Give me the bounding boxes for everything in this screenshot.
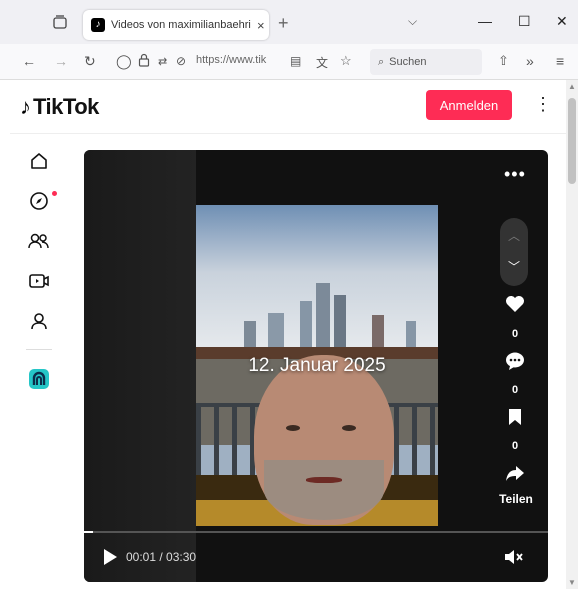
page-scrollbar[interactable]: ▲ ▼ — [566, 80, 578, 589]
comment-icon[interactable] — [504, 350, 526, 372]
browser-tab[interactable]: ♪ Videos von maximilianbaehring × — [83, 10, 269, 40]
search-field[interactable]: ⌕ Suchen — [370, 49, 482, 75]
bookmark-icon[interactable] — [504, 406, 526, 428]
tiktok-header: ♪ TikTok Anmelden ⋮ — [10, 80, 578, 134]
video-nav-pill: ︿ ﹀ — [500, 218, 528, 286]
logo-text: TikTok — [33, 94, 99, 119]
sidebar-divider — [26, 349, 52, 350]
tab-strip: ♪ Videos von maximilianbaehring × + ⌵ — … — [0, 0, 578, 44]
video-person-beard — [264, 460, 384, 520]
forward-icon[interactable]: → — [54, 53, 68, 69]
live-icon[interactable] — [28, 270, 50, 292]
chevron-down-icon[interactable]: ⌵ — [408, 14, 417, 29]
progress-fill — [84, 531, 94, 533]
scroll-up-icon[interactable]: ▲ — [568, 82, 576, 91]
video-backdrop — [84, 150, 196, 582]
sidebar — [10, 134, 70, 589]
navigation-bar: ← → ↻ ◯ ⇄ ⊘ https://www.tik ▤ 文 ☆ ⌕ Such… — [0, 44, 578, 80]
search-icon: ⌕ — [378, 55, 385, 68]
video-player[interactable]: 12. Januar 2025 ••• ︿ ﹀ 0 0 0 Teilen 00:… — [84, 150, 548, 582]
video-frame[interactable]: 12. Januar 2025 — [196, 205, 438, 526]
video-person-eye — [286, 425, 300, 431]
tab-list-icon[interactable] — [50, 12, 70, 32]
close-window-icon[interactable]: ✕ — [556, 13, 568, 30]
previous-video-icon[interactable]: ︿ — [508, 227, 520, 244]
minimize-icon[interactable]: — — [478, 13, 492, 29]
translate-icon[interactable]: 文 — [316, 54, 328, 71]
video-date-overlay: 12. Januar 2025 — [248, 355, 386, 376]
scroll-thumb[interactable] — [568, 98, 576, 184]
permissions-icon[interactable]: ⇄ — [158, 55, 167, 68]
explore-icon[interactable] — [28, 190, 50, 212]
reader-view-icon[interactable]: ▤ — [290, 54, 301, 68]
login-button[interactable]: Anmelden — [426, 90, 512, 120]
share-icon[interactable] — [504, 462, 526, 484]
tab-title: Videos von maximilianbaehring — [111, 19, 251, 31]
time-display: 00:01 / 03:30 — [126, 550, 197, 564]
bookmark-star-icon[interactable]: ☆ — [340, 53, 352, 69]
tiktok-logo[interactable]: ♪ TikTok — [20, 94, 99, 120]
browser-window: ♪ Videos von maximilianbaehring × + ⌵ — … — [0, 0, 578, 589]
new-tab-button[interactable]: + — [278, 13, 289, 34]
url-field[interactable]: https://www.tik — [196, 54, 278, 66]
maximize-icon[interactable]: ☐ — [518, 13, 531, 30]
lock-icon[interactable] — [138, 53, 150, 70]
mute-icon[interactable] — [504, 549, 524, 570]
menu-icon[interactable]: ≡ — [556, 53, 564, 69]
tab-close-icon[interactable]: × — [257, 18, 265, 33]
profile-icon[interactable] — [28, 310, 50, 332]
comment-count: 0 — [511, 384, 519, 396]
tiktok-note-icon: ♪ — [20, 94, 31, 119]
bookmark-count: 0 — [511, 440, 519, 452]
video-person-eye — [342, 425, 356, 431]
tracking-protection-icon[interactable]: ⊘ — [176, 54, 186, 68]
notification-dot — [52, 191, 57, 196]
share-label: Teilen — [499, 492, 533, 506]
progress-bar[interactable] — [84, 531, 548, 533]
following-icon[interactable] — [28, 230, 50, 252]
more-options-icon[interactable]: ⋮ — [534, 94, 552, 115]
more-services-icon[interactable] — [28, 368, 50, 390]
overflow-chevron-icon[interactable]: » — [526, 53, 534, 69]
scroll-down-icon[interactable]: ▼ — [568, 578, 576, 587]
video-person-mouth — [306, 477, 342, 483]
share-page-icon[interactable]: ⇧ — [498, 53, 509, 69]
like-icon[interactable] — [504, 293, 526, 315]
reload-icon[interactable]: ↻ — [84, 53, 96, 70]
tiktok-favicon-icon: ♪ — [91, 18, 105, 32]
next-video-icon[interactable]: ﹀ — [508, 258, 520, 275]
back-icon[interactable]: ← — [22, 53, 36, 69]
more-icon[interactable]: ••• — [504, 164, 526, 185]
home-icon[interactable] — [28, 150, 50, 172]
like-count: 0 — [511, 328, 519, 340]
play-icon[interactable] — [102, 548, 118, 571]
shield-icon[interactable]: ◯ — [116, 53, 132, 70]
search-placeholder: Suchen — [389, 56, 427, 68]
